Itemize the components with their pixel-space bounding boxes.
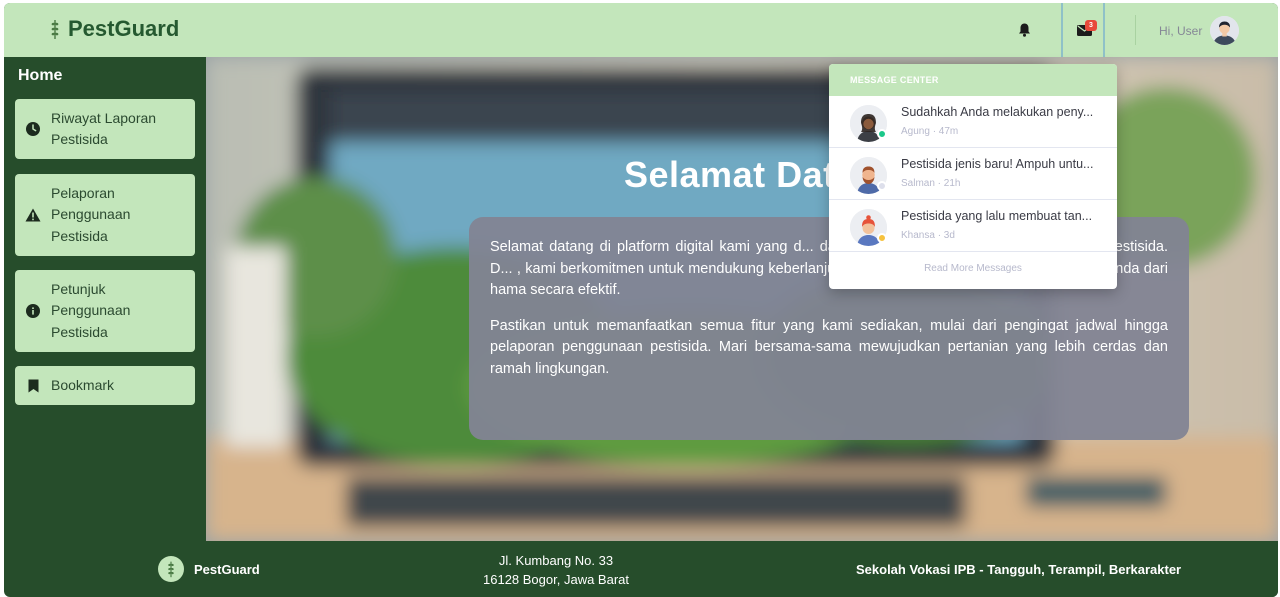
user-menu[interactable]: Hi, User	[1159, 16, 1240, 45]
footer-tagline: Sekolah Vokasi IPB - Tangguh, Terampil, …	[856, 562, 1182, 577]
topbar-divider	[1135, 15, 1136, 45]
brand[interactable]: PestGuard	[48, 16, 179, 42]
address-line-1: Jl. Kumbang No. 33	[498, 553, 614, 568]
bell-icon	[1018, 23, 1030, 37]
message-preview: Sudahkah Anda melakukan peny...	[901, 105, 1094, 119]
message-meta: Agung · 47m	[901, 126, 959, 137]
bookmark-icon	[25, 378, 41, 394]
message-meta: Salman · 21h	[901, 178, 961, 189]
read-more-messages-link[interactable]: Read More Messages	[829, 252, 1117, 285]
message-item[interactable]: Pestisida jenis baru! Ampuh untu... Salm…	[829, 148, 1117, 200]
wheat-icon	[51, 20, 59, 39]
app-frame: PestGuard 3 Hi, User Home Riwayat Lapora…	[4, 3, 1278, 597]
hero-section: Selamat Dat Selamat datang di platform d…	[206, 57, 1278, 541]
sidebar-item-petunjuk[interactable]: Petunjuk Penggunaan Pestisida	[15, 270, 195, 352]
message-item[interactable]: Pestisida yang lalu membuat tan... Khans…	[829, 200, 1117, 252]
message-preview: Pestisida yang lalu membuat tan...	[901, 209, 1093, 223]
messages-button-wrapper: 3	[1061, 3, 1105, 57]
brand-name: PestGuard	[68, 16, 180, 41]
sidebar-item-label: Riwayat Laporan Pestisida	[51, 109, 157, 148]
wheat-icon	[168, 561, 174, 578]
message-center-dropdown: MESSAGE CENTER Sudahkah Anda melakukan p…	[829, 64, 1117, 289]
status-indicator	[877, 129, 887, 139]
clock-icon	[25, 121, 41, 137]
sidebar-item-label: Pelaporan Penggunaan Pestisida	[51, 184, 131, 244]
footer-logo	[158, 556, 184, 582]
messages-count-badge: 3	[1085, 20, 1097, 31]
info-icon	[25, 303, 41, 319]
notifications-button[interactable]	[1013, 19, 1035, 41]
message-meta: Khansa · 3d	[901, 230, 955, 241]
topbar: PestGuard 3 Hi, User	[4, 3, 1278, 57]
sidebar-home[interactable]: Home	[18, 67, 62, 85]
message-item[interactable]: Sudahkah Anda melakukan peny... Agung · …	[829, 96, 1117, 148]
sidebar: Home Riwayat Laporan Pestisida Pelaporan…	[4, 57, 206, 541]
message-preview: Pestisida jenis baru! Ampuh untu...	[901, 157, 1094, 171]
user-avatar	[1210, 16, 1240, 45]
warning-icon	[25, 207, 41, 223]
welcome-paragraph-2: Pastikan untuk memanfaatkan semua fitur …	[490, 317, 1168, 377]
footer-brand: PestGuard	[194, 562, 260, 577]
sidebar-item-label: Bookmark	[51, 376, 115, 393]
footer-address: Jl. Kumbang No. 33 16128 Bogor, Jawa Bar…	[456, 551, 656, 589]
status-indicator	[877, 233, 887, 243]
address-line-2: 16128 Bogor, Jawa Barat	[483, 572, 629, 587]
message-center-header: MESSAGE CENTER	[829, 64, 1117, 96]
sidebar-item-bookmark[interactable]: Bookmark	[15, 366, 195, 405]
user-greeting: Hi, User	[1159, 23, 1203, 38]
sidebar-item-riwayat-laporan[interactable]: Riwayat Laporan Pestisida	[15, 99, 195, 159]
sidebar-item-label: Petunjuk Penggunaan Pestisida	[51, 280, 131, 340]
footer: PestGuard Jl. Kumbang No. 33 16128 Bogor…	[26, 541, 1278, 597]
hero-title: Selamat Dat	[624, 154, 836, 195]
status-indicator	[877, 181, 887, 191]
sidebar-item-pelaporan[interactable]: Pelaporan Penggunaan Pestisida	[15, 174, 195, 256]
